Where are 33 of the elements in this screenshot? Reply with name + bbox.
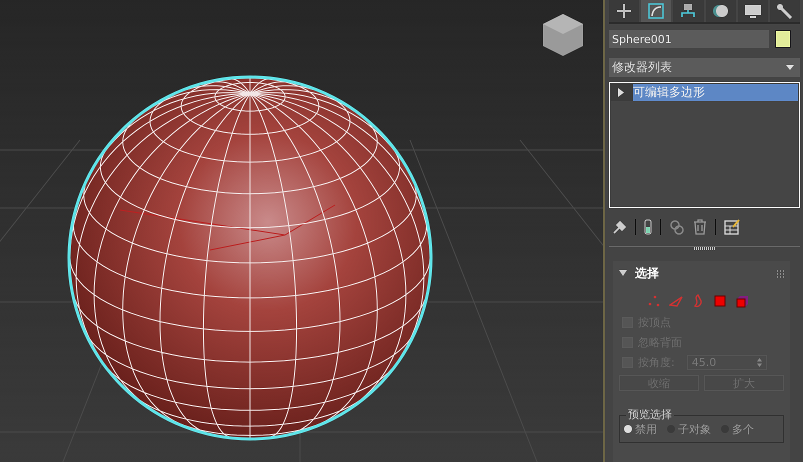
splitter-handle-icon[interactable] bbox=[694, 247, 716, 250]
display-tab[interactable] bbox=[738, 0, 768, 22]
modify-icon bbox=[647, 3, 666, 19]
rollout-title[interactable]: 选择 bbox=[635, 265, 659, 282]
grip-icon[interactable] bbox=[776, 270, 784, 278]
radio-option[interactable]: 子对象 bbox=[667, 422, 711, 436]
hierarchy-icon bbox=[679, 3, 698, 19]
motion-tab[interactable] bbox=[706, 0, 736, 22]
object-name-field[interactable]: Sphere001 bbox=[609, 30, 769, 48]
group-title: 预览选择 bbox=[626, 407, 674, 422]
configure-icon[interactable] bbox=[724, 219, 740, 235]
display-icon bbox=[744, 3, 762, 19]
spinner-arrows-icon[interactable] bbox=[756, 358, 762, 366]
utilities-icon bbox=[776, 3, 794, 19]
create-tab[interactable] bbox=[609, 0, 640, 22]
viewport[interactable] bbox=[0, 0, 603, 462]
object-color-swatch[interactable] bbox=[775, 30, 791, 48]
radio-option[interactable]: 多个 bbox=[721, 422, 754, 436]
collapse-arrow-icon[interactable] bbox=[619, 270, 627, 277]
sphere-drawing[interactable] bbox=[68, 76, 432, 440]
motion-icon bbox=[712, 3, 730, 19]
create-icon bbox=[615, 3, 634, 19]
trash-icon[interactable] bbox=[693, 219, 707, 235]
modifier-stack-item[interactable]: 可编辑多边形 bbox=[633, 84, 798, 101]
modify-tab[interactable] bbox=[641, 0, 672, 22]
radio-option[interactable]: 禁用 bbox=[624, 422, 657, 436]
test-tube-icon[interactable] bbox=[644, 219, 652, 235]
modifier-list-dropdown[interactable]: 修改器列表 bbox=[609, 58, 800, 77]
view-cube-icon[interactable] bbox=[543, 14, 583, 56]
hierarchy-tab[interactable] bbox=[673, 0, 704, 22]
utilities-tab[interactable] bbox=[770, 0, 800, 22]
dropdown-arrow-icon bbox=[786, 65, 794, 70]
expand-arrow-icon[interactable] bbox=[617, 88, 625, 97]
